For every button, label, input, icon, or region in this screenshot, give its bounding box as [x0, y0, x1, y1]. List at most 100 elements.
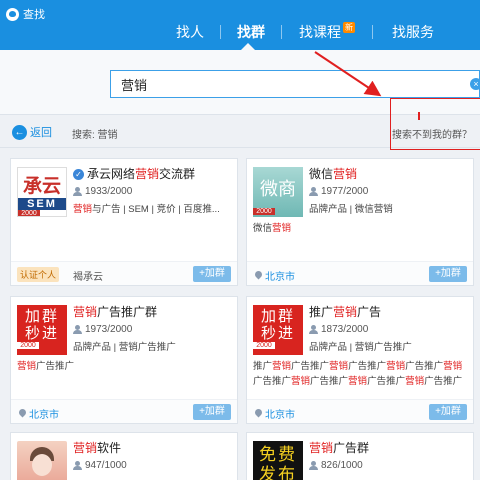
group-card[interactable]: 微商 2000 微信营销 1977/2000 品牌产品 | 微信营销 微信营销 … — [246, 158, 474, 286]
join-group-button[interactable]: +加群 — [193, 266, 231, 282]
avatar-text: 秒进 — [24, 324, 59, 342]
group-name[interactable]: ✓ 承云网络营销交流群 — [73, 165, 231, 182]
tab-bar: 找人 找群 找课程新 找服务 — [160, 14, 453, 50]
group-name[interactable]: 推广营销广告 — [309, 303, 467, 320]
group-info: 营销广告群 826/1000 — [309, 439, 467, 471]
tag-highlight: 营销 — [73, 204, 93, 215]
group-tags: 品牌产品 | 微信营销 — [309, 204, 393, 215]
group-avatar: 免费 发布 — [253, 441, 303, 480]
group-avatar: 微商 2000 — [253, 167, 303, 217]
person-icon — [73, 461, 82, 470]
group-card[interactable]: 加群 秒进 2000 营销广告推广群 1973/2000 品牌产品 | 营销广告… — [10, 296, 238, 424]
search-breadcrumb: 搜索: 营销 — [72, 130, 118, 141]
top-bar: 查找 找人 找群 找课程新 找服务 — [0, 0, 480, 50]
join-group-button[interactable]: +加群 — [429, 266, 467, 282]
desc-text: 广告推广 — [253, 376, 292, 387]
location-pin-icon — [19, 409, 26, 418]
desc-text: 广告推广 — [367, 376, 406, 387]
group-tags: 品牌产品 | 营销广告推广 — [309, 342, 412, 353]
desc-highlight: 营销 — [272, 361, 292, 372]
avatar-text: 秒进 — [260, 324, 295, 342]
group-description: 营销广告推广 — [17, 359, 74, 374]
group-name-highlight: 营销 — [135, 167, 160, 181]
desc-highlight: 营销 — [386, 361, 406, 372]
group-avatar — [17, 441, 67, 480]
group-name-highlight: 营销 — [73, 441, 98, 455]
desc-text: 广告推广 — [405, 361, 444, 372]
desc-text: 广告推广 — [348, 361, 387, 372]
join-group-button[interactable]: +加群 — [429, 404, 467, 420]
group-name-part: 交流群 — [159, 167, 196, 181]
person-icon — [309, 461, 318, 470]
group-name-part: 广告推广群 — [97, 305, 158, 319]
avatar-badge: 2000 — [17, 342, 39, 349]
desc-text: 微信 — [253, 223, 273, 234]
group-tags: 品牌产品 | 营销广告推广 — [73, 342, 176, 353]
group-tags: 营销与广告 | SEM | 竞价 | 百度推... — [73, 201, 231, 215]
annotation-box — [390, 98, 480, 150]
member-count: 1973/2000 — [73, 324, 231, 335]
group-card[interactable]: 免费 发布 营销广告群 826/1000 — [246, 432, 474, 480]
group-name[interactable]: 营销软件 — [73, 439, 231, 456]
window-title: 查找 — [6, 6, 45, 22]
back-arrow-icon: ← — [12, 124, 27, 140]
back-button[interactable]: ← 返回 — [12, 124, 52, 140]
group-name-part: 广告群 — [333, 441, 370, 455]
window-title-text: 查找 — [23, 9, 45, 21]
group-card[interactable]: 承云 SEM 2000 ✓ 承云网络营销交流群 1933/2000 营销与广告 |… — [10, 158, 238, 286]
group-avatar: 加群 秒进 2000 — [253, 305, 303, 355]
group-info: 营销软件 947/1000 — [73, 439, 231, 471]
person-icon — [309, 187, 318, 196]
desc-highlight: 营销 — [291, 376, 311, 387]
group-description: 推广营销广告推广营销广告推广营销广告推广营销 广告推广营销广告推广营销广告推广营… — [253, 359, 462, 389]
group-info: 微信营销 1977/2000 品牌产品 | 微信营销 — [309, 165, 467, 215]
member-count-text: 1977/2000 — [321, 186, 369, 197]
search-input[interactable] — [110, 70, 480, 98]
group-location: 北京市 — [255, 268, 295, 283]
member-count: 1873/2000 — [309, 324, 467, 335]
avatar-text: 加群 — [260, 307, 295, 325]
group-name-highlight: 营销 — [73, 305, 98, 319]
tag-text: 与广告 | SEM | 竞价 | 百度推... — [92, 204, 220, 215]
location-pin-icon — [255, 409, 262, 418]
desc-highlight: 营销 — [329, 361, 349, 372]
group-name[interactable]: 营销广告推广群 — [73, 303, 231, 320]
group-name[interactable]: 营销广告群 — [309, 439, 467, 456]
group-location: 北京市 — [255, 406, 295, 421]
clear-icon[interactable]: × — [470, 78, 480, 90]
tab-find-courses[interactable]: 找课程新 — [282, 14, 372, 50]
member-count: 1933/2000 — [73, 186, 231, 197]
group-name[interactable]: 微信营销 — [309, 165, 467, 182]
location-text: 北京市 — [265, 410, 295, 421]
avatar-badge: 2000 — [18, 210, 40, 216]
desc-highlight: 营销 — [443, 361, 463, 372]
desc-highlight: 营销 — [272, 223, 292, 234]
avatar-text: 微商 — [260, 179, 296, 200]
group-info: 推广营销广告 1873/2000 品牌产品 | 营销广告推广 — [309, 303, 467, 353]
tab-find-groups[interactable]: 找群 — [221, 14, 281, 50]
group-name-part: 广告 — [357, 305, 382, 319]
group-card[interactable]: 营销软件 947/1000 — [10, 432, 238, 480]
group-name-highlight: 营销 — [333, 167, 358, 181]
location-text: 北京市 — [29, 410, 59, 421]
desc-line: 推广营销广告推广营销广告推广营销广告推广营销 — [253, 359, 462, 374]
tab-find-services[interactable]: 找服务 — [373, 14, 453, 50]
desc-text: 广告推广 — [291, 361, 330, 372]
verified-owner: 褐承云 — [73, 272, 103, 283]
member-count-text: 1933/2000 — [85, 186, 133, 197]
desc-text: 推广 — [253, 361, 273, 372]
avatar-text: 加群 — [24, 307, 59, 325]
member-count: 1977/2000 — [309, 186, 467, 197]
join-group-button[interactable]: +加群 — [193, 404, 231, 420]
desc-highlight: 营销 — [17, 361, 37, 372]
annotation-mark — [418, 112, 420, 120]
group-description: 微信营销 — [253, 221, 291, 236]
member-count-text: 1973/2000 — [85, 324, 133, 335]
location-pin-icon — [255, 271, 262, 280]
group-avatar: 加群 秒进 2000 — [17, 305, 67, 355]
card-footer: 北京市 +加群 — [247, 399, 473, 423]
verified-icon: ✓ — [73, 169, 84, 180]
group-card[interactable]: 加群 秒进 2000 推广营销广告 1873/2000 品牌产品 | 营销广告推… — [246, 296, 474, 424]
group-info: ✓ 承云网络营销交流群 1933/2000 营销与广告 | SEM | 竞价 | … — [73, 165, 231, 215]
tab-find-people[interactable]: 找人 — [160, 14, 220, 50]
